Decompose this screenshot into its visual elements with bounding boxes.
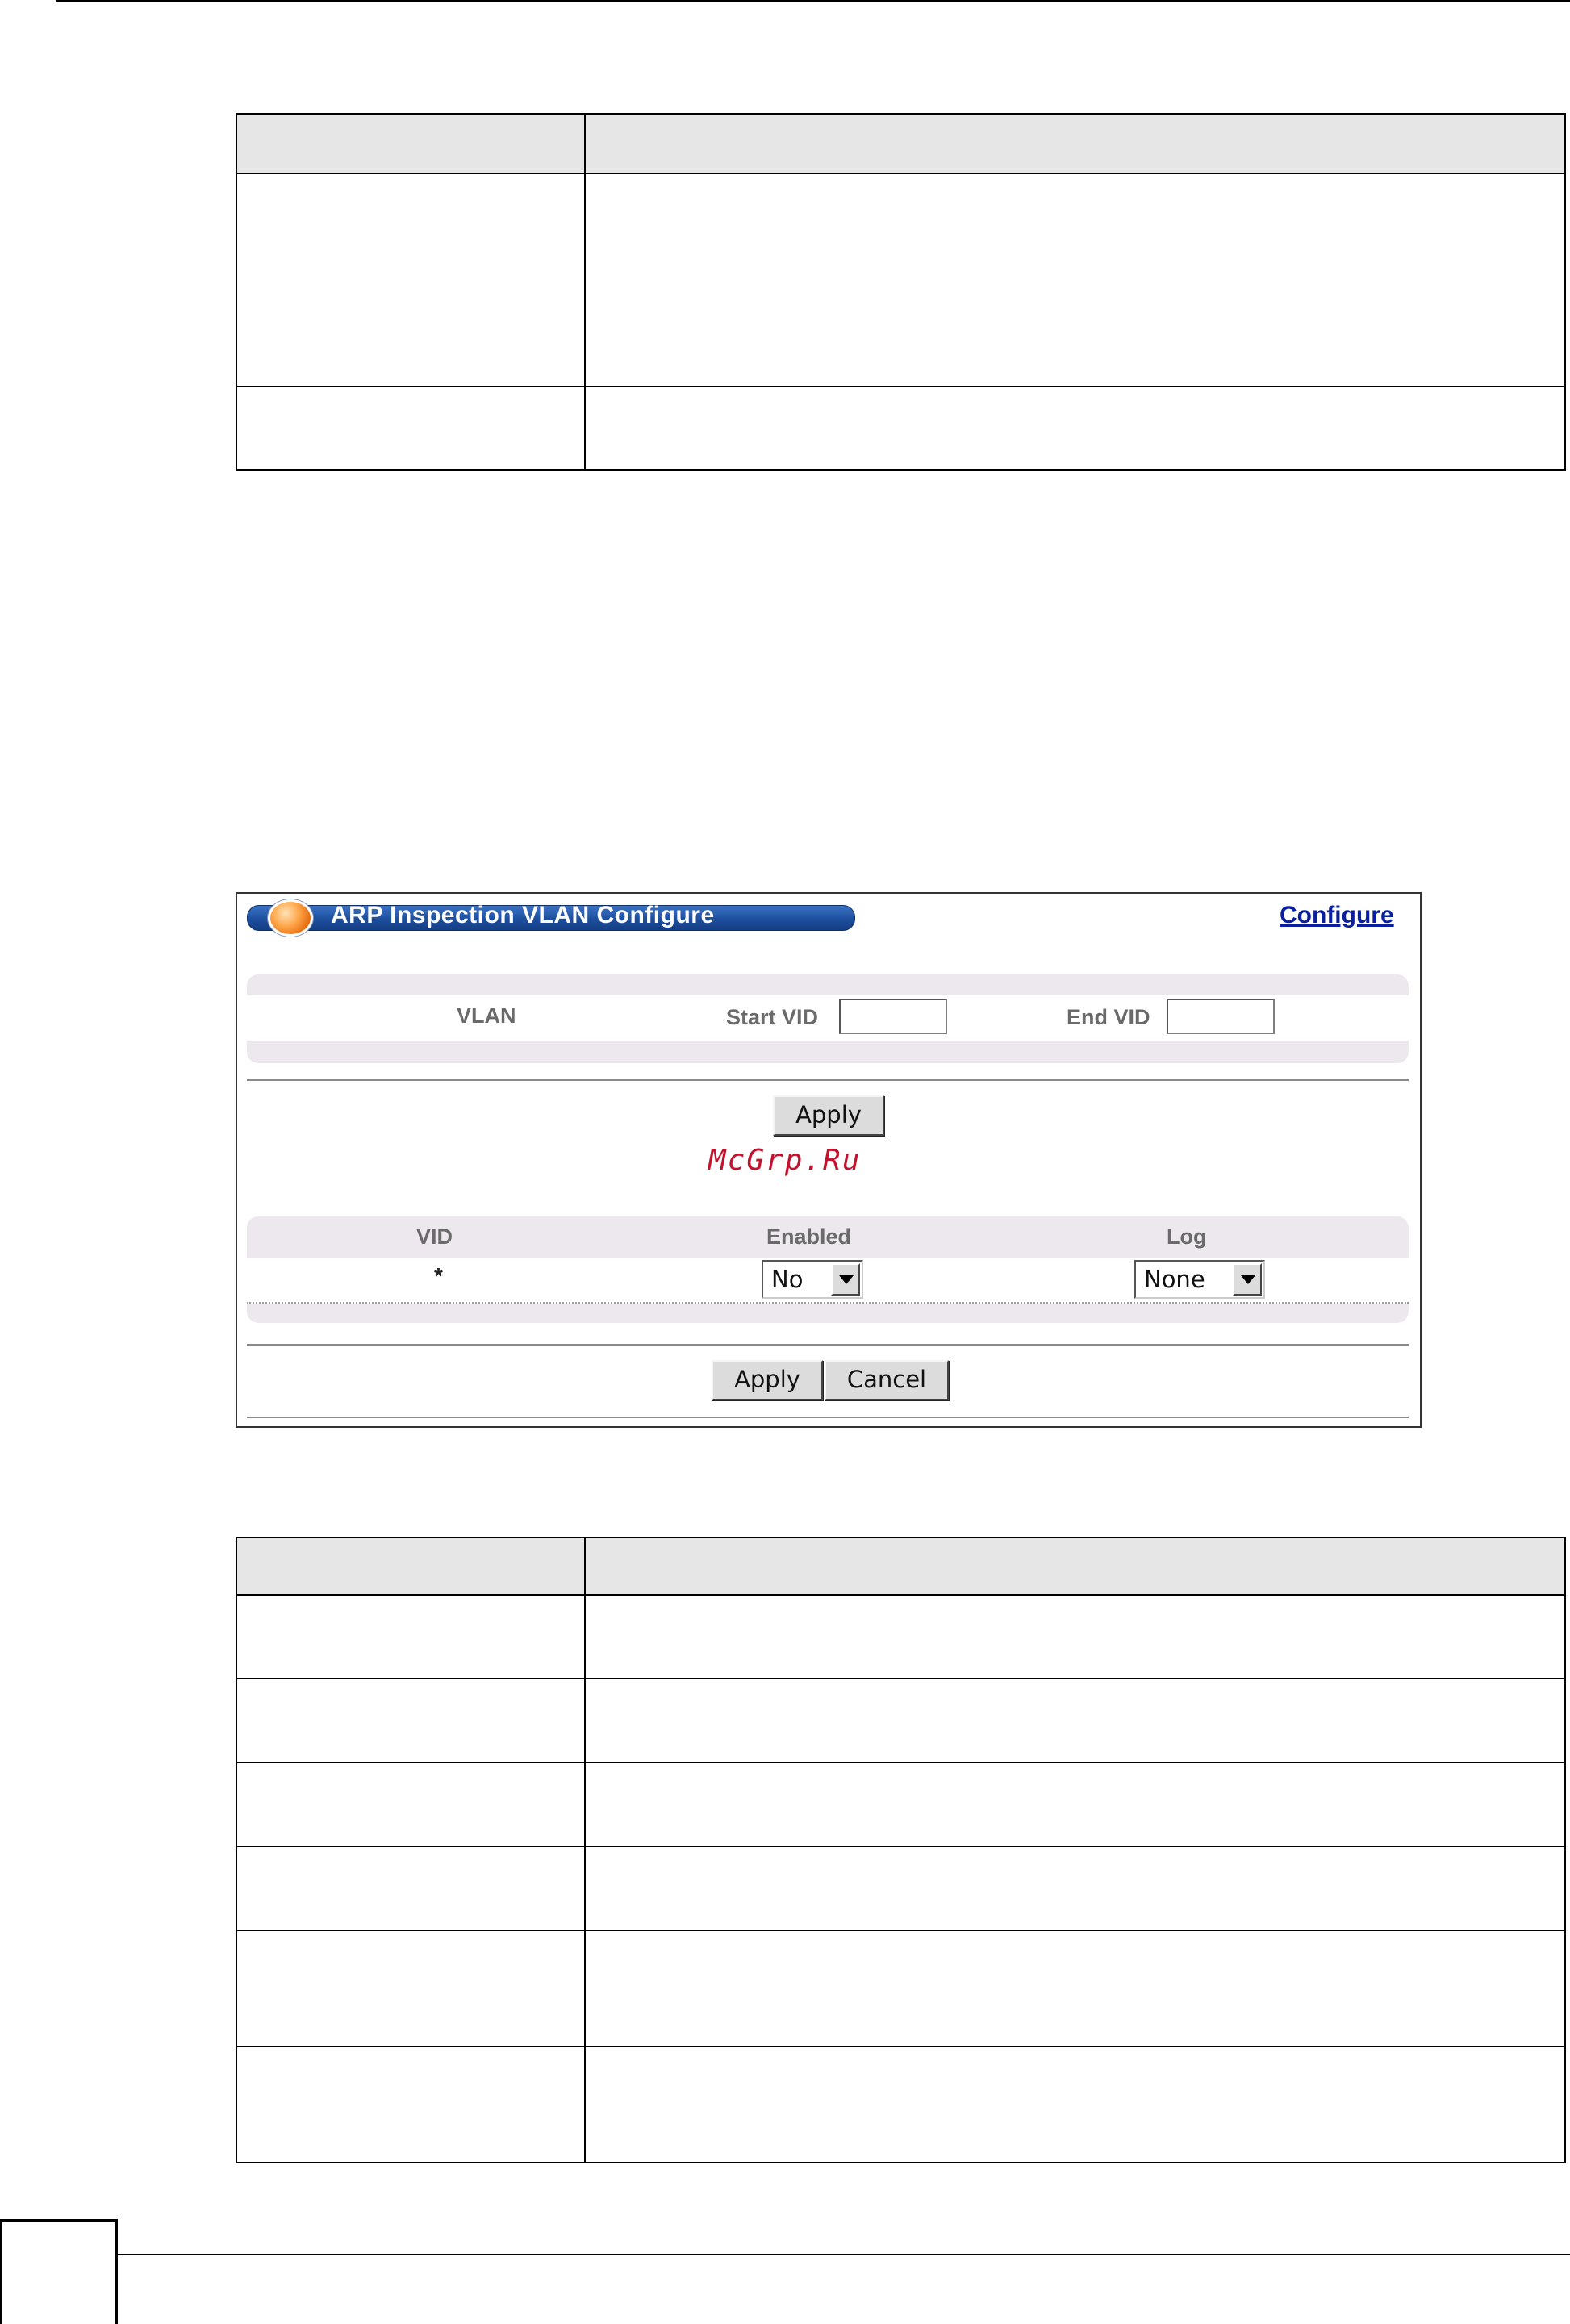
table-row xyxy=(236,1846,1566,1931)
cancel-button[interactable]: Cancel xyxy=(825,1360,949,1400)
enabled-select-value: No xyxy=(771,1266,804,1293)
column-header-vid: VID xyxy=(416,1225,453,1249)
vlan-range-row: VLAN Start VID End VID xyxy=(247,995,1409,1041)
start-vid-label: Start VID xyxy=(726,1005,819,1029)
chevron-down-icon[interactable] xyxy=(831,1263,860,1296)
vlan-range-panel: VLAN Start VID End VID xyxy=(247,974,1409,1063)
vid-wildcard: * xyxy=(434,1263,443,1288)
end-vid-input[interactable] xyxy=(1167,999,1275,1034)
log-select[interactable]: None xyxy=(1134,1260,1265,1299)
vid-settings-panel: VID Enabled Log * No None xyxy=(247,1216,1409,1323)
table-row xyxy=(236,2046,1566,2163)
vlan-label: VLAN xyxy=(457,1003,516,1028)
table-cell xyxy=(584,1762,1566,1847)
divider xyxy=(247,1417,1409,1418)
start-vid-input[interactable] xyxy=(839,999,947,1034)
table-cell xyxy=(584,1594,1566,1679)
enabled-select[interactable]: No xyxy=(762,1260,863,1299)
table-cell xyxy=(236,1594,586,1679)
screen-title: ARP Inspection VLAN Configure xyxy=(331,902,715,928)
column-header-log: Log xyxy=(1167,1225,1207,1249)
table-cell xyxy=(584,386,1566,471)
divider xyxy=(247,1344,1409,1346)
table-header-row xyxy=(236,1537,1566,1596)
table-cell xyxy=(236,1762,586,1847)
table-row xyxy=(236,173,1566,387)
page-top-rule xyxy=(56,0,1570,2)
table-cell xyxy=(236,2046,586,2163)
orange-orb-icon xyxy=(268,899,313,937)
apply-button[interactable]: Apply xyxy=(712,1360,823,1400)
table-row xyxy=(236,386,1566,471)
table-row xyxy=(236,1762,1566,1847)
end-vid-label: End VID xyxy=(1067,1005,1150,1029)
log-select-value: None xyxy=(1144,1266,1205,1293)
table-row: * No None xyxy=(247,1258,1409,1304)
table-header-cell xyxy=(584,113,1566,174)
table-header-cell xyxy=(236,1537,586,1596)
table-row xyxy=(236,1678,1566,1763)
table-cell xyxy=(236,173,586,387)
table-cell xyxy=(236,1846,586,1931)
table-header-cell xyxy=(236,113,586,174)
footer-rule xyxy=(118,2254,1570,2255)
table-cell xyxy=(584,173,1566,387)
table-cell xyxy=(236,1678,586,1763)
apply-vlan-button[interactable]: Apply xyxy=(773,1095,884,1136)
table-header-cell xyxy=(584,1537,1566,1596)
table-header-row xyxy=(236,113,1566,174)
watermark-text: McGrp.Ru xyxy=(708,1144,862,1177)
page-number-box xyxy=(0,2219,118,2324)
table-cell xyxy=(236,1930,586,2047)
table-cell xyxy=(584,1930,1566,2047)
table-cell xyxy=(584,1846,1566,1931)
table-cell xyxy=(584,2046,1566,2163)
table-row xyxy=(236,1930,1566,2047)
field-description-table-top xyxy=(236,113,1566,471)
field-description-table-bottom xyxy=(236,1537,1566,2163)
divider xyxy=(247,1079,1409,1081)
configure-link[interactable]: Configure xyxy=(1280,902,1394,929)
table-cell xyxy=(584,1678,1566,1763)
table-row xyxy=(236,1594,1566,1679)
chevron-down-icon[interactable] xyxy=(1233,1263,1262,1296)
table-cell xyxy=(236,386,586,471)
column-header-enabled: Enabled xyxy=(766,1225,852,1249)
